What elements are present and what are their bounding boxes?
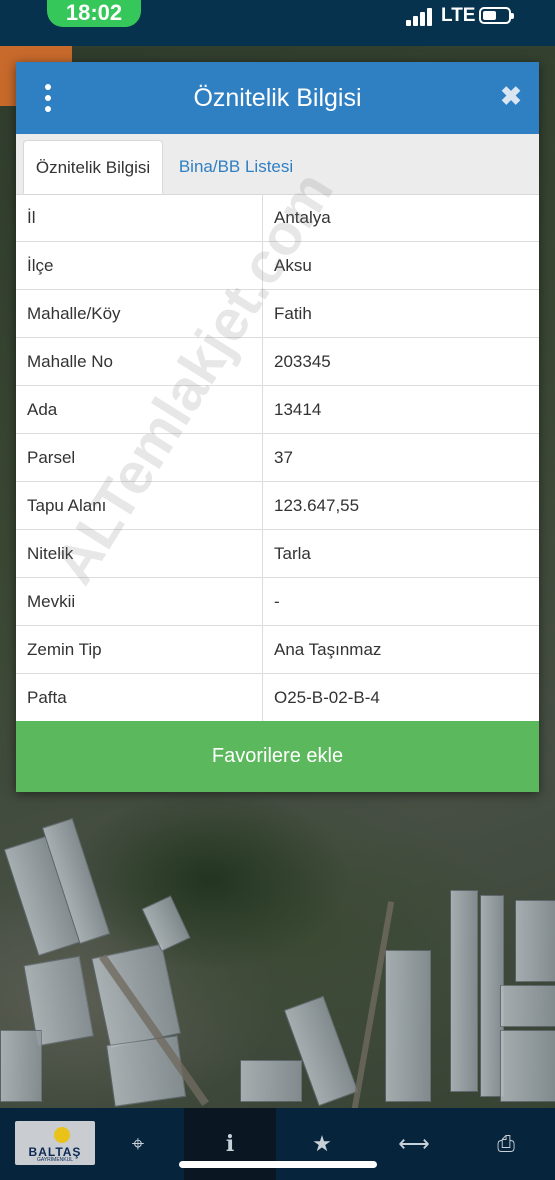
row-key: Mevkii <box>16 578 263 625</box>
row-value: - <box>274 592 280 611</box>
table-row: Zemin Tip Ana Taşınmaz <box>16 626 539 674</box>
row-value: Aksu <box>274 256 312 275</box>
row-value: Fatih <box>274 304 312 323</box>
dialog-header: Öznitelik Bilgisi ✖ <box>16 62 539 134</box>
bottom-toolbar: BALTAŞ GAYRİMENKUL ⌖ i ★ ⟷ ⎙ <box>0 1108 555 1180</box>
row-key: Mahalle No <box>16 338 263 385</box>
table-row: Tapu Alanı 123.647,55 <box>16 482 539 530</box>
table-row: Pafta O25-B-02-B-4 <box>16 674 539 722</box>
map-greenhouse <box>385 950 431 1102</box>
attribute-dialog: Öznitelik Bilgisi ✖ Öznitelik Bilgisi Bi… <box>16 62 539 792</box>
row-value: Tarla <box>274 544 311 563</box>
tab-bar: Öznitelik Bilgisi Bina/BB Listesi <box>16 134 539 195</box>
attribute-table: İl Antalya İlçe Aksu Mahalle/Köy Fatih M… <box>16 194 539 722</box>
row-value: O25-B-02-B-4 <box>274 688 380 707</box>
map-greenhouse <box>0 1030 42 1102</box>
map-greenhouse <box>500 1030 555 1102</box>
table-row: Nitelik Tarla <box>16 530 539 578</box>
table-row: Ada 13414 <box>16 386 539 434</box>
tab-attribute-info[interactable]: Öznitelik Bilgisi <box>23 140 163 194</box>
row-value: Antalya <box>274 208 331 227</box>
row-key: Ada <box>16 386 263 433</box>
measure-icon[interactable]: ⟷ <box>368 1108 460 1180</box>
table-row: İl Antalya <box>16 194 539 242</box>
table-row: Mahalle/Köy Fatih <box>16 290 539 338</box>
map-greenhouse <box>106 1035 186 1107</box>
status-time: 18:02 <box>47 0 141 27</box>
row-value: 203345 <box>274 352 331 371</box>
row-key: Nitelik <box>16 530 263 577</box>
row-value: 123.647,55 <box>274 496 360 515</box>
row-key: İl <box>16 194 263 241</box>
row-key: Pafta <box>16 674 263 721</box>
print-icon[interactable]: ⎙ <box>460 1108 552 1180</box>
table-row: Parsel 37 <box>16 434 539 482</box>
map-greenhouse <box>240 1060 302 1102</box>
map-greenhouse <box>515 900 555 982</box>
row-key: İlçe <box>16 242 263 289</box>
row-value: 37 <box>274 448 293 467</box>
table-row: İlçe Aksu <box>16 242 539 290</box>
row-key: Tapu Alanı <box>16 482 263 529</box>
tab-building-list[interactable]: Bina/BB Listesi <box>166 140 306 194</box>
map-greenhouse <box>450 890 478 1092</box>
home-indicator[interactable] <box>179 1161 377 1168</box>
dialog-title: Öznitelik Bilgisi <box>193 84 362 112</box>
row-value: Ana Taşınmaz <box>274 640 382 659</box>
table-row: Mevkii - <box>16 578 539 626</box>
row-value: 13414 <box>274 400 322 419</box>
row-key: Zemin Tip <box>16 626 263 673</box>
row-key: Mahalle/Köy <box>16 290 263 337</box>
add-to-favorites-button[interactable]: Favorilere ekle <box>16 721 539 792</box>
baltas-logo: BALTAŞ GAYRİMENKUL <box>15 1121 95 1165</box>
signal-icon <box>406 8 436 26</box>
battery-icon <box>479 7 514 24</box>
info-icon[interactable]: i <box>184 1108 276 1180</box>
network-label: LTE <box>441 5 476 26</box>
star-icon[interactable]: ★ <box>276 1108 368 1180</box>
status-bar: 18:02 LTE <box>0 0 555 46</box>
map-greenhouse <box>500 985 555 1027</box>
row-key: Parsel <box>16 434 263 481</box>
map-greenhouse <box>141 895 191 952</box>
close-icon[interactable]: ✖ <box>497 82 525 110</box>
table-row: Mahalle No 203345 <box>16 338 539 386</box>
crosshair-icon[interactable]: ⌖ <box>92 1108 184 1180</box>
